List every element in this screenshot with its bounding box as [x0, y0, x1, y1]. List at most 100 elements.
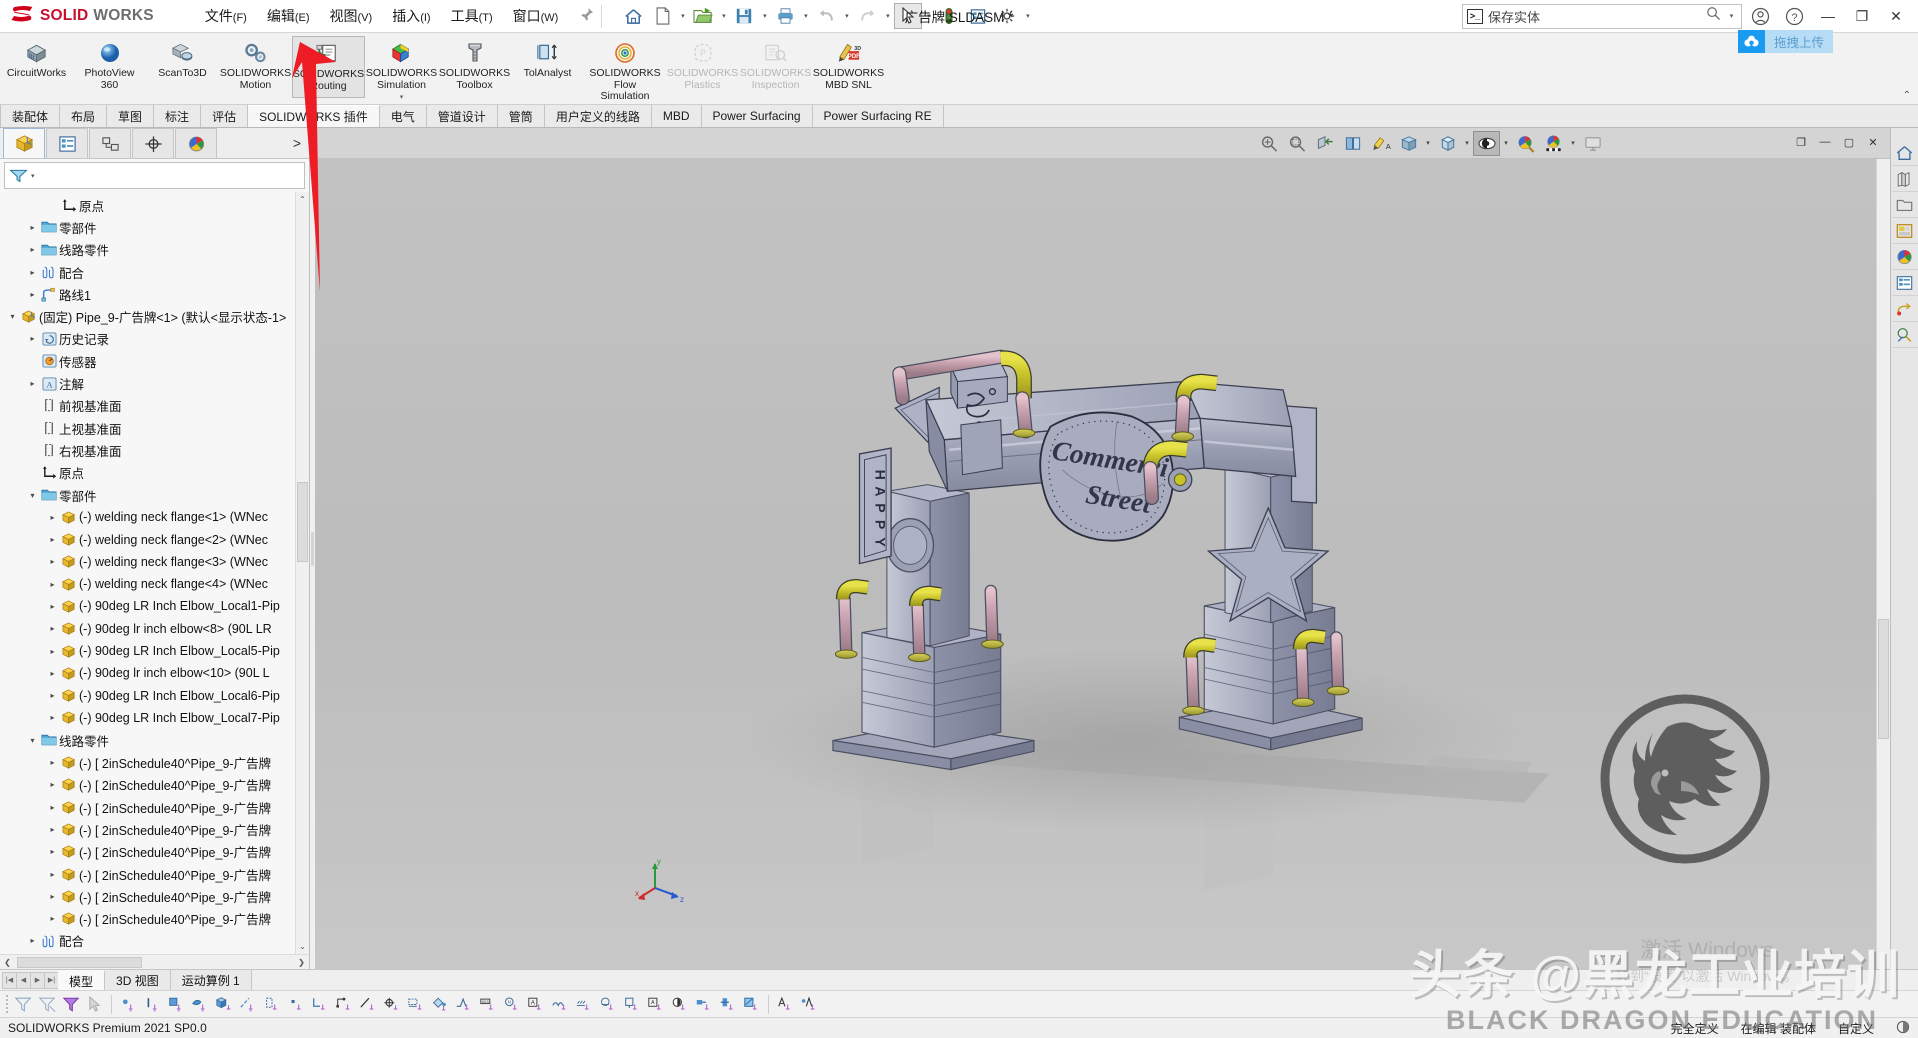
rebuild-traffic-light-icon[interactable] [935, 3, 963, 29]
filter-origins-icon[interactable] [380, 992, 404, 1016]
feature-filter-box[interactable]: ▾ [4, 162, 305, 189]
doctab-motion-study[interactable]: 运动算例 1 [171, 970, 252, 990]
redo-caret[interactable]: ▾ [882, 12, 893, 20]
filter-active-icon[interactable] [59, 992, 83, 1016]
tab-mbd[interactable]: MBD [652, 105, 702, 127]
feature-tree[interactable]: 原点▸零部件▸线路零件▸配合▸路线1▾(固定) Pipe_9-广告牌<1> (默… [0, 192, 309, 954]
viewport-minimize-icon[interactable]: — [1814, 132, 1836, 152]
chevron-down-icon[interactable]: ▾ [26, 491, 39, 500]
tree-node[interactable]: ▸(-) [ 2inSchedule40^Pipe_9-广告牌 [0, 796, 309, 818]
tree-node[interactable]: ▸(-) welding neck flange<1> (WNec [0, 506, 309, 528]
chevron-right-icon[interactable]: ▸ [46, 914, 59, 923]
chevron-right-icon[interactable]: ▸ [26, 245, 39, 254]
tab-piping-design[interactable]: 管道设计 [427, 105, 498, 127]
chevron-right-icon[interactable]: ▸ [46, 602, 59, 611]
tab-tubing[interactable]: 管筒 [498, 105, 545, 127]
tree-node[interactable]: ▸(-) [ 2inSchedule40^Pipe_9-广告牌 [0, 774, 309, 796]
section-view-icon[interactable] [1311, 131, 1338, 156]
filter-color-swatch-icon[interactable] [740, 992, 764, 1016]
addin-solidworks-toolbox[interactable]: SOLIDWORKS Toolbox [438, 36, 511, 98]
chevron-right-icon[interactable]: ▸ [26, 379, 39, 388]
tree-node[interactable]: ▸A注解 [0, 372, 309, 394]
tab-layout[interactable]: 布局 [60, 105, 107, 127]
filter-sketch-lines-icon[interactable] [356, 992, 380, 1016]
next-tab-icon[interactable]: ▶ [30, 972, 45, 989]
filter-hatch-icon[interactable] [572, 992, 596, 1016]
menu-view[interactable]: 视图(V) [321, 2, 382, 30]
addin-photoview-360[interactable]: PhotoView 360 [73, 36, 146, 98]
tree-node[interactable]: ▸路线1 [0, 283, 309, 305]
sw-resources-home-icon[interactable] [1892, 140, 1918, 166]
tab-assembly[interactable]: 装配体 [0, 105, 60, 127]
doctab-3d-views[interactable]: 3D 视图 [105, 970, 171, 990]
filter-group-a-icon[interactable] [773, 992, 797, 1016]
tree-node[interactable]: ▸(-) 90deg LR Inch Elbow_Local1-Pip [0, 595, 309, 617]
save-icon[interactable] [730, 3, 758, 29]
select-filter-cursor-icon[interactable] [83, 992, 107, 1016]
hscroll-track[interactable] [15, 956, 294, 969]
tab-power-surfacing[interactable]: Power Surfacing [702, 105, 813, 127]
addin-solidworks-plastics[interactable]: P SOLIDWORKS Plastics [666, 36, 739, 98]
chevron-right-icon[interactable]: ▸ [46, 825, 59, 834]
tree-node[interactable]: 传感器 [0, 350, 309, 372]
viewport-vertical-scrollbar[interactable] [1876, 159, 1890, 969]
expand-panel-icon[interactable]: > [285, 128, 309, 158]
solidworks-forum-icon[interactable] [1892, 322, 1918, 348]
chevron-right-icon[interactable]: ▸ [46, 647, 59, 656]
last-tab-icon[interactable]: ▶| [44, 972, 59, 989]
first-tab-icon[interactable]: |◀ [2, 972, 17, 989]
design-library-icon[interactable] [1892, 166, 1918, 192]
select-cursor-caret[interactable]: ▾ [923, 12, 934, 20]
viewport-maximize-icon[interactable]: ▢ [1838, 132, 1860, 152]
filter-axes-icon[interactable] [236, 992, 260, 1016]
search-dropdown-caret[interactable]: ▾ [1726, 12, 1737, 20]
filter-structural-member-icon[interactable] [716, 992, 740, 1016]
edit-appearance-icon[interactable] [1512, 131, 1539, 156]
hide-show-items-icon[interactable] [1473, 131, 1500, 156]
new-document-caret[interactable]: ▾ [677, 12, 688, 20]
tree-node[interactable]: 上视基准面 [0, 417, 309, 439]
tab-markup[interactable]: 标注 [154, 105, 201, 127]
search-input[interactable] [1488, 9, 1701, 24]
tree-node[interactable]: ▸(-) 90deg LR Inch Elbow_Local7-Pip [0, 707, 309, 729]
chevron-right-icon[interactable]: ▸ [46, 803, 59, 812]
prev-tab-icon[interactable]: ◀ [16, 972, 31, 989]
filter-caret-icon[interactable]: ▾ [31, 172, 35, 180]
chevron-right-icon[interactable]: ▸ [26, 223, 39, 232]
viewport-scroll-thumb[interactable] [1878, 619, 1889, 739]
chevron-right-icon[interactable]: ▸ [46, 892, 59, 901]
display-manager-tab[interactable] [175, 128, 217, 158]
chevron-right-icon[interactable]: ▸ [46, 624, 59, 633]
apply-scene-icon[interactable] [1540, 131, 1567, 156]
addin-tolanalyst[interactable]: TolAnalyst [511, 36, 584, 98]
configuration-manager-tab[interactable] [89, 128, 131, 158]
tree-node[interactable]: ▸历史记录 [0, 328, 309, 350]
drag-upload-badge[interactable]: 拖拽上传 [1738, 30, 1833, 53]
filter-surface-finish-icon[interactable] [452, 992, 476, 1016]
tree-node[interactable]: 前视基准面 [0, 395, 309, 417]
tree-node[interactable]: ▸(-) welding neck flange<4> (WNec [0, 573, 309, 595]
dimxpert-manager-tab[interactable] [132, 128, 174, 158]
appearance-callout-icon[interactable]: A [1367, 131, 1394, 156]
open-folder-caret[interactable]: ▾ [718, 12, 729, 20]
view-palette-icon[interactable] [1892, 218, 1918, 244]
addin-solidworks-routing[interactable]: SOLIDWORKS Routing [292, 36, 365, 98]
tree-node[interactable]: ▾零部件 [0, 484, 309, 506]
undo-caret[interactable]: ▾ [841, 12, 852, 20]
menu-insert[interactable]: 插入(I) [383, 2, 439, 30]
hscroll-left-icon[interactable]: ❮ [0, 958, 15, 967]
chevron-right-icon[interactable]: ▸ [46, 847, 59, 856]
view-settings-caret[interactable]: ▾ [1423, 139, 1433, 147]
options-gear-icon[interactable] [993, 3, 1021, 29]
menu-tools[interactable]: 工具(T) [442, 2, 502, 30]
hide-show-caret[interactable]: ▾ [1501, 139, 1511, 147]
display-style-caret[interactable]: ▾ [1462, 139, 1472, 147]
filter-faces-icon[interactable] [164, 992, 188, 1016]
addin-solidworks-inspection[interactable]: SOLIDWORKS Inspection [739, 36, 812, 98]
tab-electrical[interactable]: 电气 [380, 105, 427, 127]
status-overlay-icon[interactable] [1896, 1020, 1910, 1037]
filter-off-icon[interactable] [11, 992, 35, 1016]
tree-node[interactable]: 原点 [0, 194, 309, 216]
options-caret[interactable]: ▾ [1022, 12, 1033, 20]
filter-planes-icon[interactable] [260, 992, 284, 1016]
